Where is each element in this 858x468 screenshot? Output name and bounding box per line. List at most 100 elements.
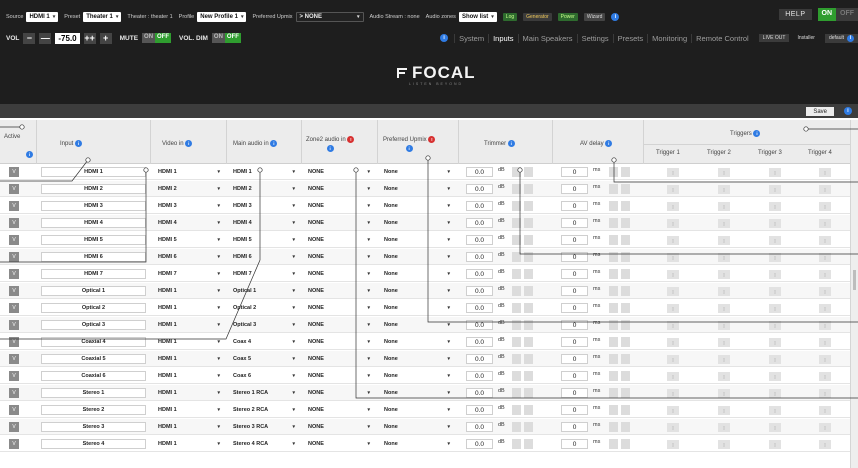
trimmer-field[interactable]: 0.0 <box>466 439 493 449</box>
trigger-3-toggle[interactable]: ▯ <box>769 355 781 364</box>
upmix-select[interactable]: None ▾ <box>384 184 450 194</box>
trigger-3-toggle[interactable]: ▯ <box>769 287 781 296</box>
trigger-1-toggle[interactable]: ▯ <box>667 406 679 415</box>
trimmer-plus-button[interactable] <box>524 354 533 364</box>
main-audio-select[interactable]: HDMI 2 ▾ <box>233 184 295 194</box>
main-audio-select[interactable]: HDMI 5 ▾ <box>233 235 295 245</box>
trimmer-field[interactable]: 0.0 <box>466 388 493 398</box>
upmix-select[interactable]: None ▾ <box>384 201 450 211</box>
zone2-select[interactable]: NONE ▾ <box>308 235 370 245</box>
trimmer-plus-button[interactable] <box>524 337 533 347</box>
trimmer-minus-button[interactable] <box>512 422 521 432</box>
trigger-1-toggle[interactable]: ▯ <box>667 236 679 245</box>
trigger-4-toggle[interactable]: ▯ <box>819 423 831 432</box>
active-checkbox[interactable]: V <box>9 371 19 381</box>
av-delay-minus-button[interactable] <box>609 405 618 415</box>
trimmer-minus-button[interactable] <box>512 405 521 415</box>
tab-presets[interactable]: Presets <box>612 33 647 43</box>
trigger-2-toggle[interactable]: ▯ <box>718 304 730 313</box>
trigger-2-toggle[interactable]: ▯ <box>718 202 730 211</box>
trimmer-minus-button[interactable] <box>512 388 521 398</box>
trigger-4-toggle[interactable]: ▯ <box>819 389 831 398</box>
trimmer-plus-button[interactable] <box>524 218 533 228</box>
av-delay-plus-button[interactable] <box>621 405 630 415</box>
av-delay-minus-button[interactable] <box>609 167 618 177</box>
av-delay-plus-button[interactable] <box>621 167 630 177</box>
active-checkbox[interactable]: V <box>9 439 19 449</box>
video-in-select[interactable]: HDMI 1 ▾ <box>158 405 220 415</box>
zone2-select[interactable]: NONE ▾ <box>308 337 370 347</box>
av-delay-plus-button[interactable] <box>621 337 630 347</box>
trimmer-field[interactable]: 0.0 <box>466 320 493 330</box>
trimmer-field[interactable]: 0.0 <box>466 218 493 228</box>
zone2-select[interactable]: NONE ▾ <box>308 201 370 211</box>
power-indicator[interactable]: Power <box>557 13 578 21</box>
video-in-select[interactable]: HDMI 1 ▾ <box>158 439 220 449</box>
zone2-select[interactable]: NONE ▾ <box>308 269 370 279</box>
trigger-3-toggle[interactable]: ▯ <box>769 321 781 330</box>
zone2-select[interactable]: NONE ▾ <box>308 422 370 432</box>
trigger-3-toggle[interactable]: ▯ <box>769 219 781 228</box>
volume-plus-big-button[interactable]: ++ <box>83 32 96 44</box>
trigger-1-toggle[interactable]: ▯ <box>667 321 679 330</box>
upmix-select[interactable]: None ▾ <box>384 371 450 381</box>
preset-select[interactable]: Theater 1 ▾ <box>83 12 122 22</box>
av-delay-minus-button[interactable] <box>609 422 618 432</box>
av-delay-plus-button[interactable] <box>621 439 630 449</box>
installer-label[interactable]: Installer <box>793 34 819 42</box>
trigger-1-toggle[interactable]: ▯ <box>667 355 679 364</box>
zone2-select[interactable]: NONE ▾ <box>308 320 370 330</box>
av-delay-plus-button[interactable] <box>621 184 630 194</box>
trimmer-plus-button[interactable] <box>524 388 533 398</box>
trimmer-minus-button[interactable] <box>512 167 521 177</box>
trigger-2-toggle[interactable]: ▯ <box>718 338 730 347</box>
video-in-select[interactable]: HDMI 1 ▾ <box>158 167 220 177</box>
help-button[interactable]: HELP <box>779 9 812 20</box>
av-delay-minus-button[interactable] <box>609 320 618 330</box>
trimmer-field[interactable]: 0.0 <box>466 337 493 347</box>
av-delay-field[interactable]: 0 <box>561 184 588 194</box>
trigger-3-toggle[interactable]: ▯ <box>769 236 781 245</box>
input-name-field[interactable]: HDMI 5 <box>41 235 146 245</box>
zone2-select[interactable]: NONE ▾ <box>308 388 370 398</box>
trimmer-minus-button[interactable] <box>512 184 521 194</box>
av-delay-field[interactable]: 0 <box>561 235 588 245</box>
upmix-select[interactable]: None ▾ <box>384 286 450 296</box>
input-name-field[interactable]: Optical 2 <box>41 303 146 313</box>
trimmer-plus-button[interactable] <box>524 439 533 449</box>
trimmer-field[interactable]: 0.0 <box>466 235 493 245</box>
input-name-field[interactable]: HDMI 1 <box>41 167 146 177</box>
trigger-2-toggle[interactable]: ▯ <box>718 287 730 296</box>
trimmer-field[interactable]: 0.0 <box>466 201 493 211</box>
upmix-select[interactable]: None ▾ <box>384 235 450 245</box>
zone2-select[interactable]: NONE ▾ <box>308 371 370 381</box>
trigger-2-toggle[interactable]: ▯ <box>718 236 730 245</box>
input-name-field[interactable]: Stereo 3 <box>41 422 146 432</box>
trimmer-info-icon[interactable]: i <box>507 140 515 147</box>
trimmer-minus-button[interactable] <box>512 439 521 449</box>
trigger-2-toggle[interactable]: ▯ <box>718 389 730 398</box>
upmix-select[interactable]: None ▾ <box>384 269 450 279</box>
zone2-select[interactable]: NONE ▾ <box>308 167 370 177</box>
help-toggle[interactable]: ON OFF <box>817 8 858 21</box>
trigger-2-toggle[interactable]: ▯ <box>718 185 730 194</box>
av-delay-field[interactable]: 0 <box>561 286 588 296</box>
trigger-4-toggle[interactable]: ▯ <box>819 287 831 296</box>
av-delay-field[interactable]: 0 <box>561 269 588 279</box>
upmix-select[interactable]: None ▾ <box>384 439 450 449</box>
vertical-scrollbar[interactable] <box>850 120 858 468</box>
main-audio-select[interactable]: HDMI 1 ▾ <box>233 167 295 177</box>
video-in-select[interactable]: HDMI 7 ▾ <box>158 269 220 279</box>
input-name-field[interactable]: HDMI 3 <box>41 201 146 211</box>
trigger-3-toggle[interactable]: ▯ <box>769 440 781 449</box>
trimmer-plus-button[interactable] <box>524 286 533 296</box>
trimmer-plus-button[interactable] <box>524 167 533 177</box>
av-delay-plus-button[interactable] <box>621 252 630 262</box>
trigger-1-toggle[interactable]: ▯ <box>667 304 679 313</box>
av-delay-minus-button[interactable] <box>609 269 618 279</box>
trimmer-minus-button[interactable] <box>512 286 521 296</box>
main-audio-select[interactable]: HDMI 4 ▾ <box>233 218 295 228</box>
video-in-select[interactable]: HDMI 1 ▾ <box>158 303 220 313</box>
active-checkbox[interactable]: V <box>9 218 19 228</box>
upmix-select[interactable]: None ▾ <box>384 354 450 364</box>
